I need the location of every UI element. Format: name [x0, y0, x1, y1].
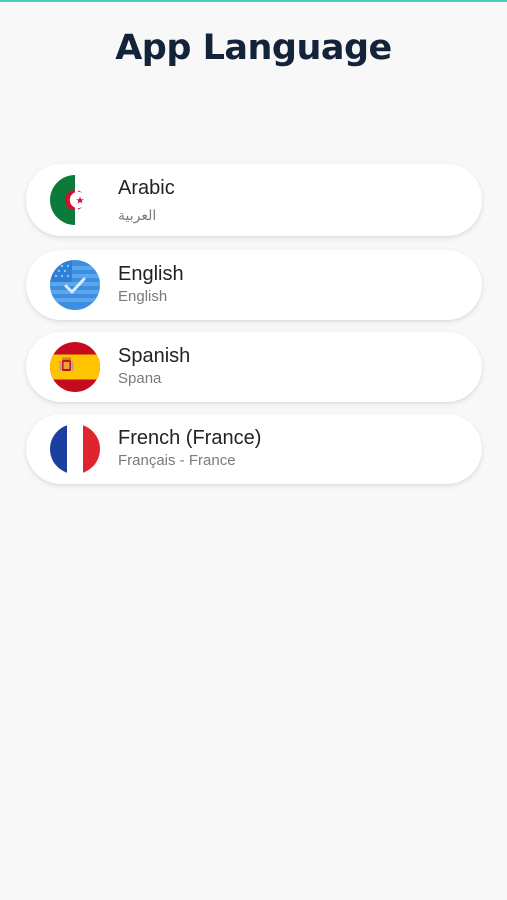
- language-name: Spanish: [118, 345, 191, 367]
- language-item-french[interactable]: French (France) Français - France: [26, 414, 482, 484]
- language-item-english[interactable]: English English: [26, 250, 482, 320]
- language-list: Arabic العربية English English Spanish S…: [26, 164, 482, 496]
- language-item-spanish[interactable]: Spanish Spana: [26, 332, 482, 402]
- algeria-flag-icon: [50, 175, 100, 225]
- france-flag-icon: [50, 424, 100, 474]
- language-native-name: English: [118, 288, 168, 305]
- language-native-name: Spana: [118, 370, 162, 387]
- language-name: French (France): [118, 427, 262, 449]
- page-title: App Language: [115, 28, 392, 68]
- language-name: English: [118, 263, 184, 285]
- top-accent-bar: [0, 0, 507, 2]
- english-flag-icon: [50, 260, 100, 310]
- language-native-name: العربية: [118, 207, 157, 223]
- spain-flag-icon: [50, 342, 100, 392]
- language-item-arabic[interactable]: Arabic العربية: [26, 164, 482, 236]
- language-name: Arabic: [118, 177, 175, 199]
- language-native-name: Français - France: [118, 452, 236, 469]
